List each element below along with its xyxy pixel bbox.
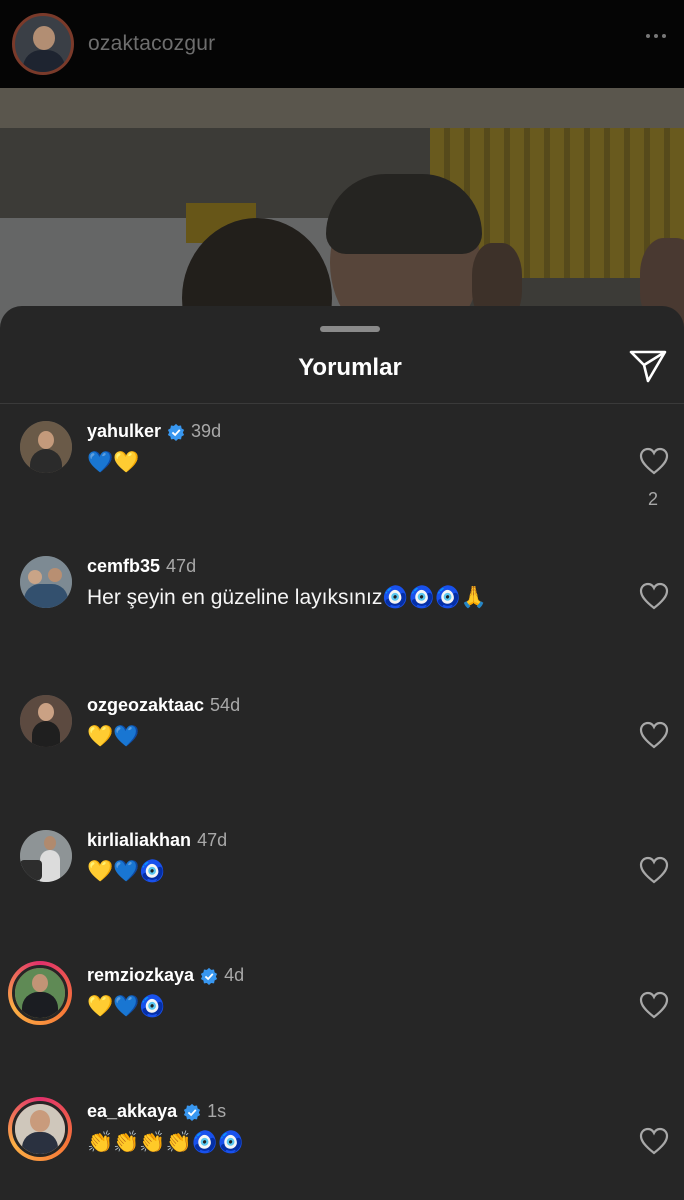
heart-icon[interactable] — [639, 582, 669, 610]
post-photo — [0, 88, 684, 328]
comment-text: 💛💙🧿 — [87, 995, 166, 1018]
commenter-avatar[interactable] — [20, 830, 72, 882]
drag-handle[interactable] — [320, 326, 380, 332]
header-username[interactable]: ozaktacozgur — [88, 32, 215, 56]
comment-username[interactable]: ea_akkaya — [87, 1101, 177, 1122]
comment-time: 39d — [191, 421, 222, 441]
comment-username[interactable]: kirlialiakhan — [87, 830, 191, 851]
comment-text: 💛💙🧿 — [87, 860, 166, 883]
heart-icon[interactable] — [639, 991, 669, 1019]
comment-text: 👏👏👏👏🧿🧿 — [87, 1131, 244, 1154]
verified-badge-icon — [200, 967, 218, 985]
heart-icon[interactable] — [639, 856, 669, 884]
avatar-face — [33, 26, 55, 50]
send-icon[interactable] — [628, 348, 668, 384]
comment-time: 54d — [210, 695, 241, 715]
profile-avatar[interactable] — [12, 13, 74, 75]
comment-header: yahulker 39d — [87, 421, 221, 442]
comment-time: 47d — [197, 830, 228, 850]
comment-username[interactable]: ozgeozaktaac — [87, 695, 204, 716]
comment-header: kirlialiakhan 47d — [87, 830, 227, 851]
commenter-avatar-story-ring[interactable] — [8, 1097, 72, 1161]
commenter-avatar-story-ring[interactable] — [8, 961, 72, 1025]
heart-icon[interactable] — [639, 1127, 669, 1155]
comment-text: Her şeyin en güzeline layıksınız🧿🧿🧿🙏 — [87, 586, 487, 609]
post-header: ozaktacozgur — [0, 0, 684, 88]
commenter-avatar[interactable] — [20, 556, 72, 608]
comment-username[interactable]: remziozkaya — [87, 965, 194, 986]
sheet-divider — [0, 403, 684, 404]
comment-time: 47d — [166, 556, 197, 576]
comment-header: remziozkaya 4d — [87, 965, 244, 986]
heart-icon[interactable] — [639, 721, 669, 749]
comment-time: 4d — [224, 965, 245, 985]
verified-badge-icon — [167, 423, 185, 441]
comments-sheet: Yorumlar yahulker 39d 💙💛 2 cemfb35 47d H… — [0, 306, 684, 1200]
comment-header: ozgeozaktaac 54d — [87, 695, 240, 716]
comment-text: 💙💛 — [87, 451, 140, 474]
commenter-avatar[interactable] — [20, 421, 72, 473]
avatar-body — [23, 50, 65, 72]
comment-text: 💛💙 — [87, 725, 140, 748]
comment-header: ea_akkaya 1s — [87, 1101, 226, 1122]
comment-time: 1s — [207, 1101, 227, 1121]
more-horizontal-icon[interactable] — [646, 34, 666, 38]
commenter-avatar[interactable] — [20, 695, 72, 747]
comment-username[interactable]: cemfb35 — [87, 556, 160, 577]
comment-header: cemfb35 47d — [87, 556, 196, 577]
like-count: 2 — [648, 489, 659, 509]
heart-icon[interactable] — [639, 447, 669, 475]
verified-badge-icon — [184, 1103, 201, 1121]
sheet-title: Yorumlar — [298, 354, 402, 381]
comment-username[interactable]: yahulker — [87, 421, 161, 442]
